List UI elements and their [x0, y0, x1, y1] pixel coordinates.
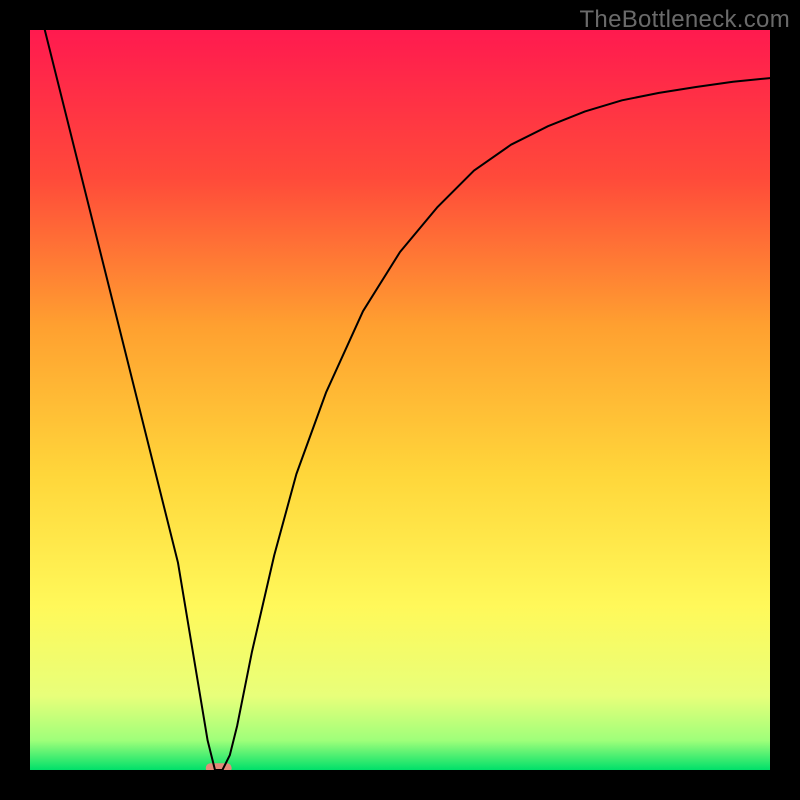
watermark-text: TheBottleneck.com [579, 6, 790, 34]
gradient-background [30, 30, 770, 770]
chart-frame: TheBottleneck.com [0, 0, 800, 800]
chart-svg [30, 30, 770, 770]
minimum-marker [206, 763, 232, 770]
plot-area [30, 30, 770, 770]
